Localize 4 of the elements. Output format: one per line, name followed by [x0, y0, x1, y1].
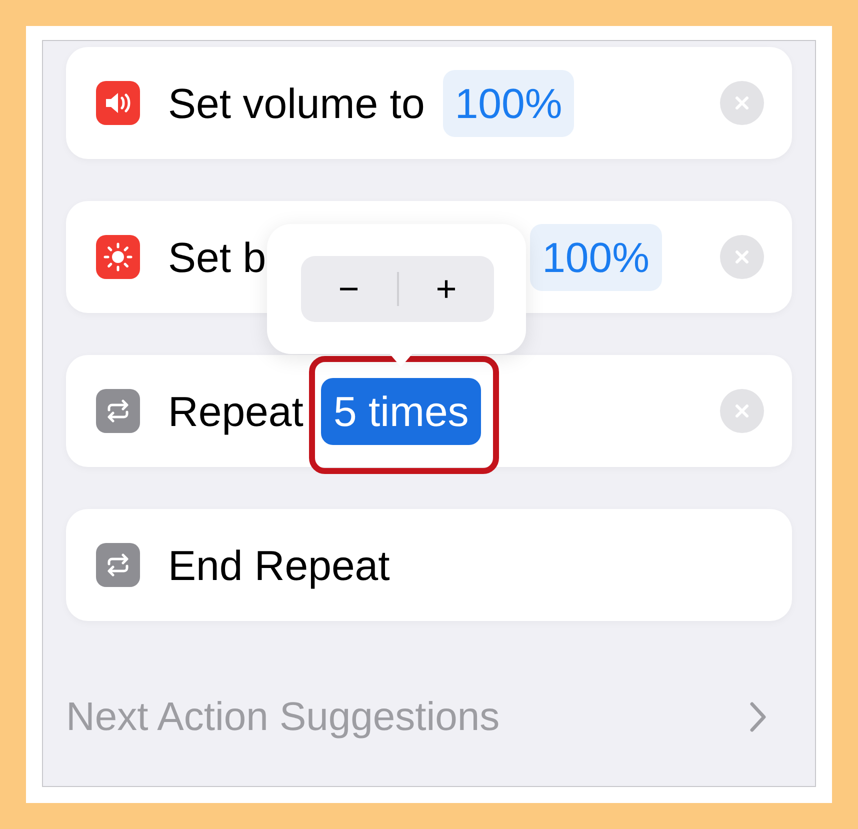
action-label: End Repeat	[168, 540, 390, 591]
action-label: Set b	[168, 232, 266, 282]
action-label: Set volume to	[168, 78, 425, 128]
action-label: Repeat	[168, 386, 304, 437]
